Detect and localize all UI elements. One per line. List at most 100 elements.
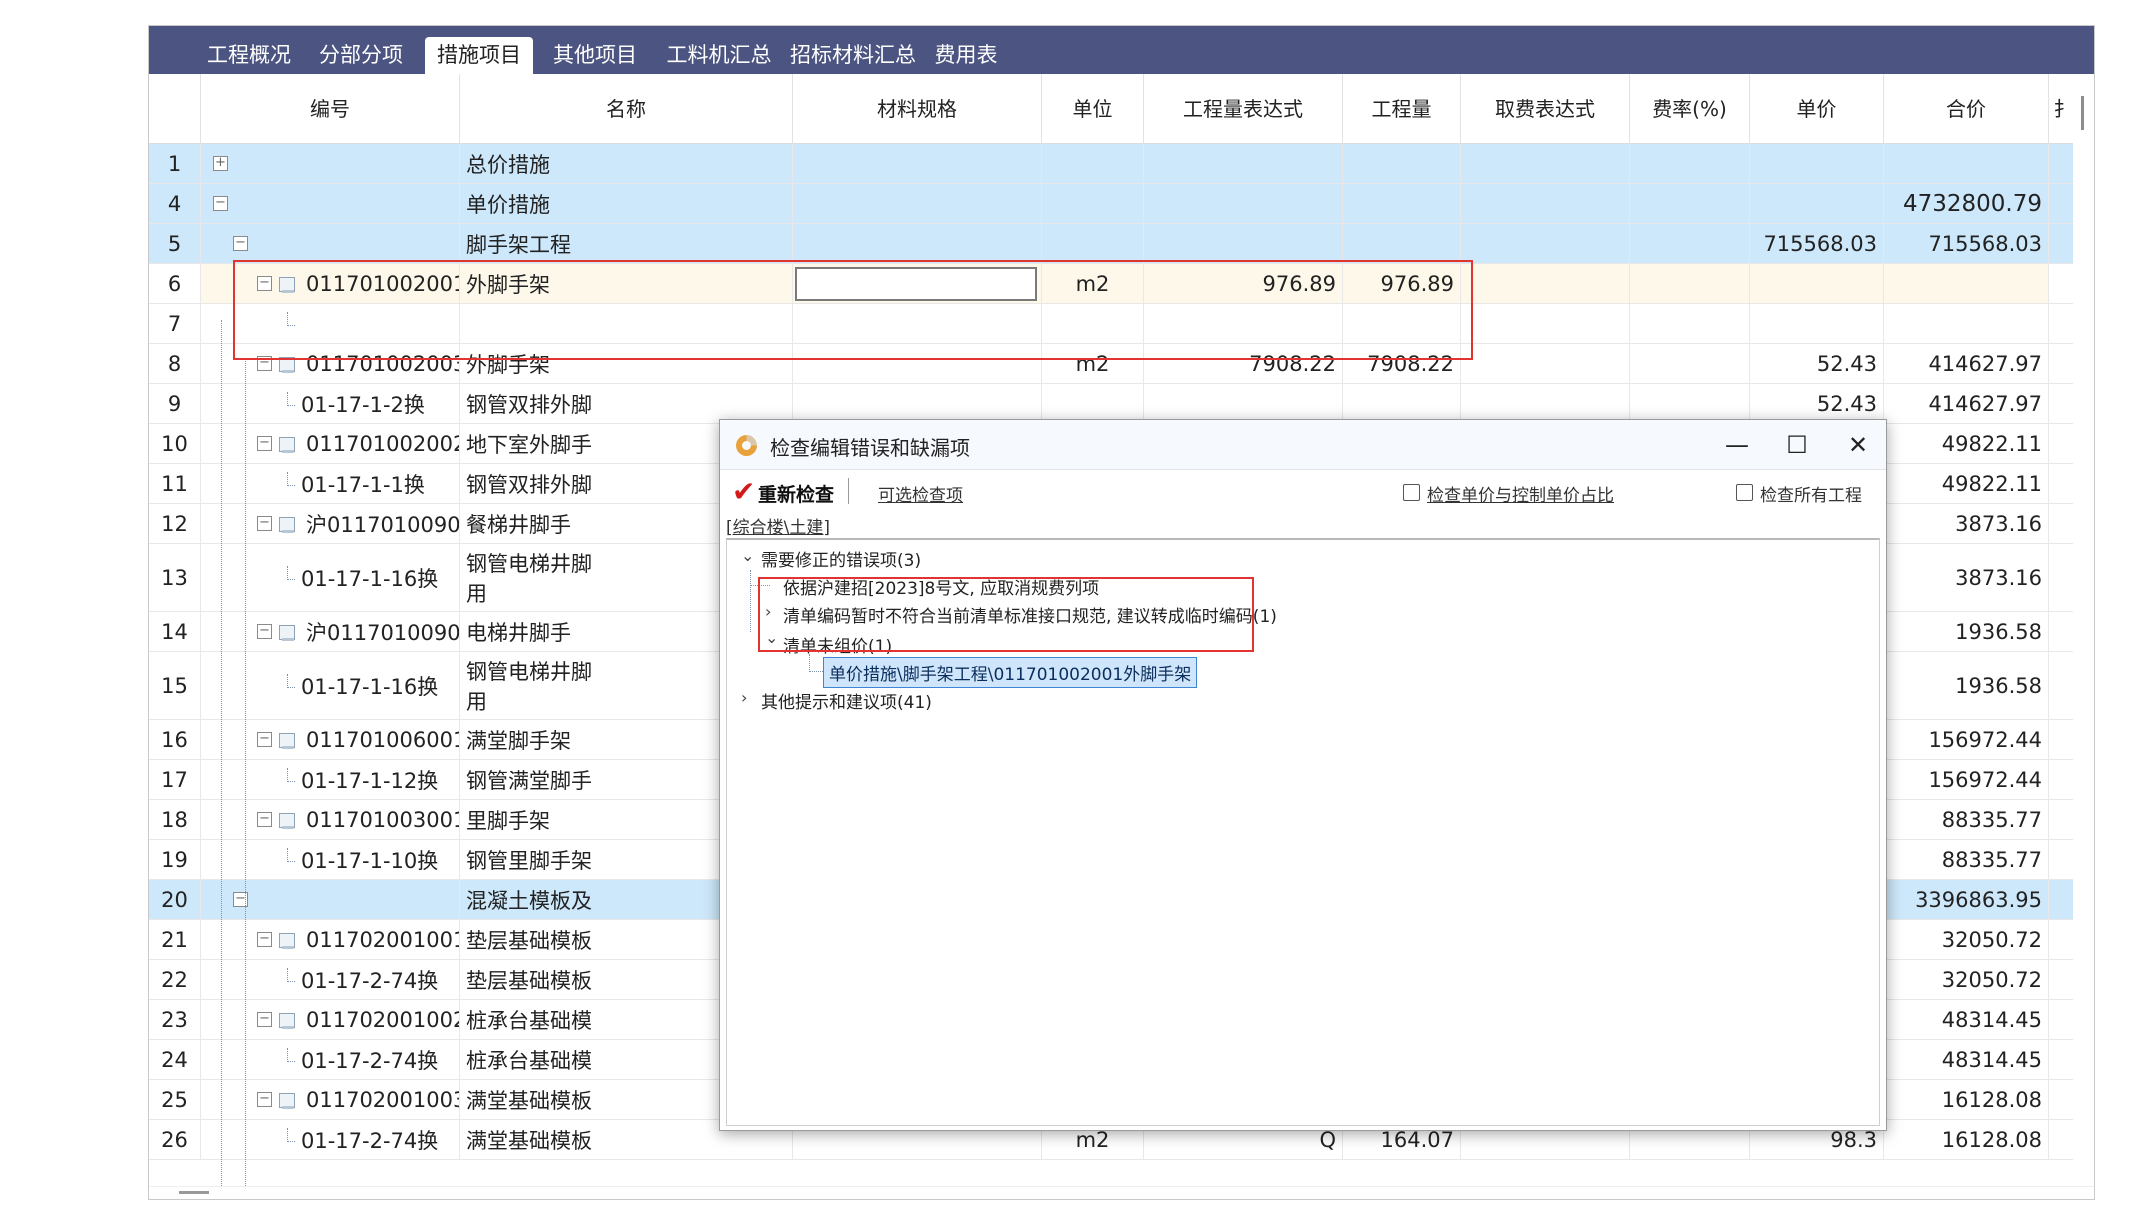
column-header-0[interactable] bbox=[149, 74, 201, 144]
cell-7[interactable] bbox=[1461, 144, 1630, 184]
cell-code[interactable]: − 011701002002 bbox=[201, 424, 460, 464]
cell-10[interactable]: 16128.08 bbox=[1884, 1080, 2049, 1120]
cell-10[interactable] bbox=[1884, 304, 2049, 344]
cell-11[interactable] bbox=[2049, 880, 2073, 920]
column-header-9[interactable]: 单价 bbox=[1750, 74, 1884, 144]
cell-11[interactable] bbox=[2049, 224, 2073, 264]
tab-6[interactable]: 招标材料汇总 bbox=[790, 37, 916, 74]
close-icon[interactable]: ✕ bbox=[1841, 428, 1875, 462]
cell-11[interactable] bbox=[2049, 800, 2073, 840]
cell-10[interactable] bbox=[1884, 144, 2049, 184]
cell-0[interactable]: 14 bbox=[149, 612, 201, 652]
cell-code[interactable] bbox=[201, 304, 460, 344]
tab-2[interactable]: 分部分项 bbox=[307, 37, 415, 74]
minimize-icon[interactable]: — bbox=[1720, 428, 1754, 462]
cell-0[interactable]: 4 bbox=[149, 184, 201, 224]
cell-11[interactable] bbox=[2049, 544, 2073, 612]
check-all-checkbox[interactable] bbox=[1736, 484, 1753, 501]
vertical-scrollbar[interactable] bbox=[2073, 74, 2094, 1186]
cell-5[interactable]: 976.89 bbox=[1144, 264, 1343, 304]
tab-4[interactable]: 其他项目 bbox=[541, 37, 649, 74]
cell-8[interactable] bbox=[1630, 184, 1750, 224]
cell-4[interactable] bbox=[1042, 304, 1144, 344]
cell-10[interactable]: 49822.11 bbox=[1884, 424, 2049, 464]
cell-5[interactable] bbox=[1144, 304, 1343, 344]
chevron-down-icon[interactable]: ⌄ bbox=[741, 546, 754, 565]
cell-code[interactable]: − 011702001002 bbox=[201, 1000, 460, 1040]
cell-10[interactable]: 715568.03 bbox=[1884, 224, 2049, 264]
cell-0[interactable]: 20 bbox=[149, 880, 201, 920]
cell-11[interactable] bbox=[2049, 1000, 2073, 1040]
cell-3[interactable] bbox=[793, 344, 1042, 384]
cell-2[interactable]: 总价措施 bbox=[460, 144, 793, 184]
check-ratio-label[interactable]: 检查单价与控制单价占比 bbox=[1427, 481, 1614, 506]
cell-0[interactable]: 10 bbox=[149, 424, 201, 464]
cell-11[interactable] bbox=[2049, 960, 2073, 1000]
cell-code[interactable]: 01-17-2-74换 bbox=[201, 1120, 460, 1160]
cell-0[interactable]: 25 bbox=[149, 1080, 201, 1120]
tree-node-error-1[interactable]: 依据沪建招[2023]8号文, 应取消规费列项 bbox=[783, 574, 1099, 599]
chevron-down-icon[interactable]: ⌄ bbox=[765, 628, 778, 647]
cell-code[interactable]: 01-17-1-2换 bbox=[201, 384, 460, 424]
cell-8[interactable] bbox=[1630, 264, 1750, 304]
collapse-icon[interactable]: − bbox=[213, 196, 228, 211]
cell-9[interactable]: 715568.03 bbox=[1750, 224, 1884, 264]
chevron-right-icon[interactable]: › bbox=[741, 688, 747, 707]
tree-node-errors[interactable]: 需要修正的错误项(3) bbox=[761, 546, 921, 571]
cell-10[interactable]: 3873.16 bbox=[1884, 544, 2049, 612]
cell-8[interactable] bbox=[1630, 224, 1750, 264]
column-header-10[interactable]: 合价 bbox=[1884, 74, 2049, 144]
cell-11[interactable] bbox=[2049, 464, 2073, 504]
cell-code[interactable]: 01-17-2-74换 bbox=[201, 960, 460, 1000]
cell-10[interactable]: 1936.58 bbox=[1884, 652, 2049, 720]
scroll-thumb[interactable] bbox=[2081, 96, 2084, 130]
cell-10[interactable]: 414627.97 bbox=[1884, 344, 2049, 384]
collapse-icon[interactable]: − bbox=[257, 812, 272, 827]
cell-11[interactable] bbox=[2049, 760, 2073, 800]
cell-code[interactable]: − bbox=[201, 880, 460, 920]
column-header-6[interactable]: 工程量 bbox=[1343, 74, 1461, 144]
cell-10[interactable]: 156972.44 bbox=[1884, 760, 2049, 800]
cell-3[interactable] bbox=[793, 184, 1042, 224]
cell-7[interactable] bbox=[1461, 184, 1630, 224]
cell-6[interactable] bbox=[1343, 184, 1461, 224]
cell-10[interactable]: 1936.58 bbox=[1884, 612, 2049, 652]
cell-11[interactable] bbox=[2049, 652, 2073, 720]
cell-6[interactable]: 7908.22 bbox=[1343, 344, 1461, 384]
cell-10[interactable]: 48314.45 bbox=[1884, 1000, 2049, 1040]
cell-8[interactable] bbox=[1630, 304, 1750, 344]
cell-0[interactable]: 21 bbox=[149, 920, 201, 960]
cell-5[interactable] bbox=[1144, 144, 1343, 184]
expand-icon[interactable]: + bbox=[213, 156, 228, 171]
cell-0[interactable]: 5 bbox=[149, 224, 201, 264]
cell-10[interactable]: 4732800.79 bbox=[1884, 184, 2049, 224]
cell-10[interactable]: 156972.44 bbox=[1884, 720, 2049, 760]
cell-0[interactable]: 13 bbox=[149, 544, 201, 612]
horizontal-scrollbar[interactable] bbox=[149, 1186, 2094, 1199]
cell-6[interactable] bbox=[1343, 224, 1461, 264]
cell-code[interactable]: − 011702001001 bbox=[201, 920, 460, 960]
column-header-7[interactable]: 取费表达式 bbox=[1461, 74, 1630, 144]
chevron-right-icon[interactable]: › bbox=[765, 602, 771, 621]
column-header-3[interactable]: 材料规格 bbox=[793, 74, 1042, 144]
cell-11[interactable] bbox=[2049, 384, 2073, 424]
cell-11[interactable] bbox=[2049, 264, 2073, 304]
cell-2[interactable]: 钢管双排外脚 bbox=[460, 384, 793, 424]
cell-0[interactable]: 12 bbox=[149, 504, 201, 544]
cell-5[interactable] bbox=[1144, 384, 1343, 424]
check-all-label[interactable]: 检查所有工程 bbox=[1760, 481, 1862, 506]
cell-0[interactable]: 18 bbox=[149, 800, 201, 840]
cell-0[interactable]: 22 bbox=[149, 960, 201, 1000]
collapse-icon[interactable]: − bbox=[257, 732, 272, 747]
cell-7[interactable] bbox=[1461, 224, 1630, 264]
cell-9[interactable] bbox=[1750, 304, 1884, 344]
cell-0[interactable]: 7 bbox=[149, 304, 201, 344]
cell-2[interactable] bbox=[460, 304, 793, 344]
cell-2[interactable]: 脚手架工程 bbox=[460, 224, 793, 264]
cell-4[interactable]: m2 bbox=[1042, 344, 1144, 384]
cell-11[interactable] bbox=[2049, 424, 2073, 464]
cell-code[interactable]: − bbox=[201, 224, 460, 264]
column-header-4[interactable]: 单位 bbox=[1042, 74, 1144, 144]
collapse-icon[interactable]: − bbox=[257, 624, 272, 639]
cell-10[interactable]: 414627.97 bbox=[1884, 384, 2049, 424]
